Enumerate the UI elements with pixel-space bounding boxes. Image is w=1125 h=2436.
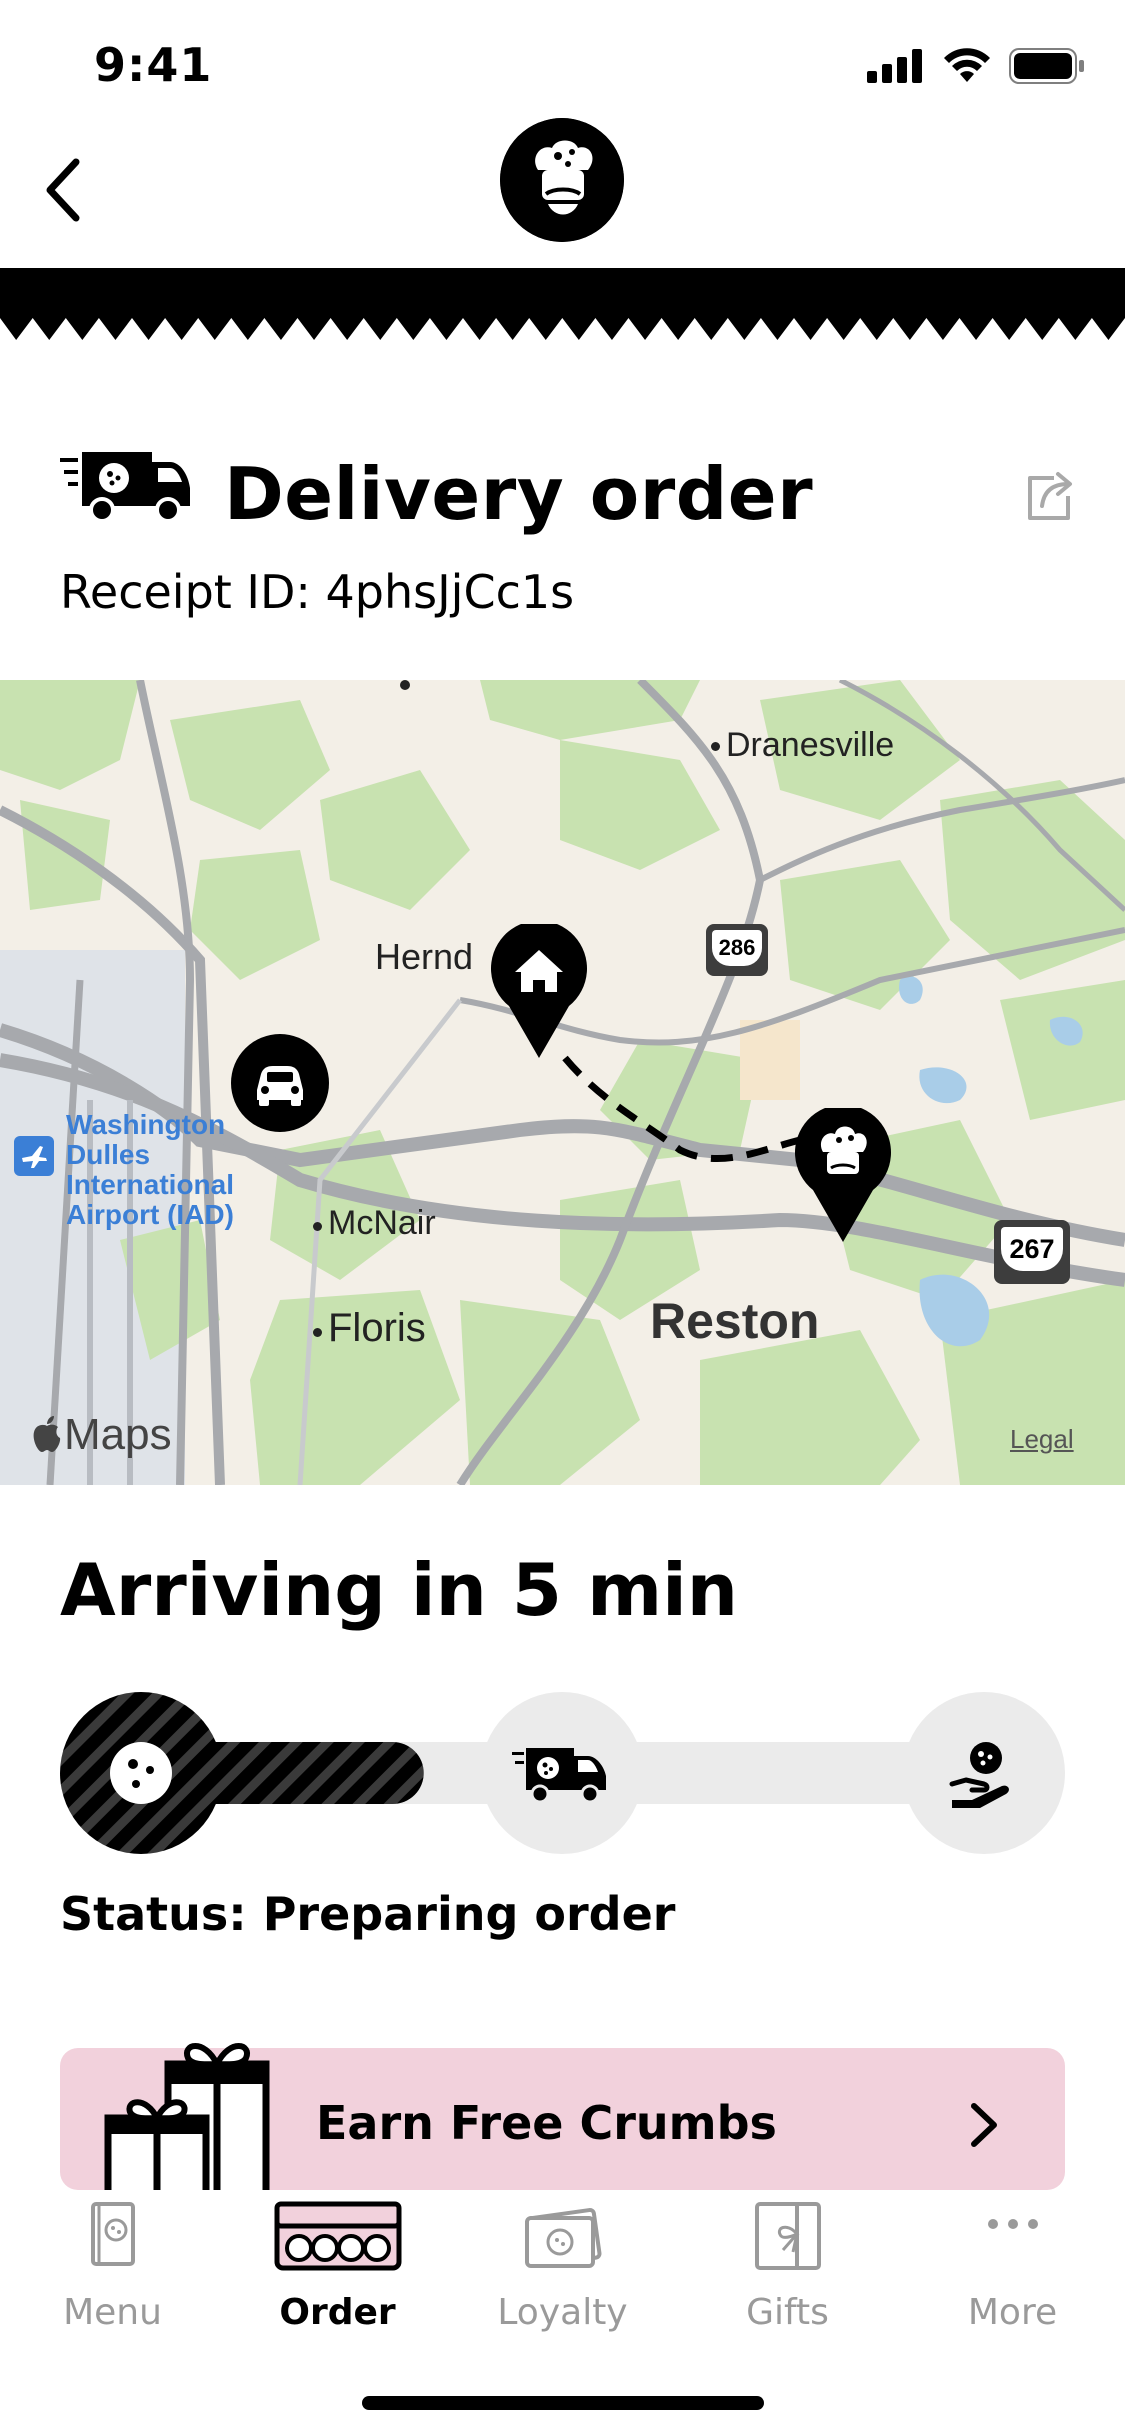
tab-label-more: More (967, 2292, 1058, 2333)
map-label-mcnair: McNair (328, 1204, 436, 1242)
brand-logo (500, 118, 624, 242)
map-label-airport-3: International (66, 1169, 235, 1200)
zigzag-divider (0, 268, 1125, 340)
home-indicator (362, 2396, 764, 2410)
map-label-dranesville: Dranesville (726, 726, 895, 764)
order-title: Delivery order (224, 452, 814, 536)
driver-car-marker[interactable] (231, 1034, 329, 1132)
tab-label-menu: Menu (63, 2292, 162, 2333)
tab-gifts[interactable]: Gifts (675, 2200, 900, 2350)
tab-loyalty[interactable]: Loyalty (450, 2200, 675, 2350)
tab-label-gifts: Gifts (746, 2292, 829, 2333)
apple-logo-icon (33, 1416, 61, 1452)
home-location-pin[interactable] (491, 924, 587, 1058)
route-shield-286: 286 (706, 924, 768, 976)
back-button[interactable] (40, 150, 90, 230)
tab-more[interactable]: More (900, 2200, 1125, 2350)
map-label-airport-4: Airport (IAD) (66, 1199, 234, 1230)
maps-attribution: Maps (64, 1410, 172, 1459)
tab-label-order: Order (279, 2292, 396, 2333)
promo-label: Earn Free Crumbs (316, 2096, 777, 2150)
battery-icon (1009, 48, 1084, 84)
order-box-icon (274, 2201, 401, 2271)
tab-order[interactable]: Order (225, 2200, 450, 2350)
signal-icon (867, 49, 922, 83)
map-legal-link[interactable]: Legal (1010, 1424, 1074, 1455)
tab-label-loyalty: Loyalty (497, 2292, 628, 2333)
map-label-reston: Reston (650, 1293, 820, 1349)
route-shield-267: 267 (994, 1220, 1070, 1284)
receipt-id: Receipt ID: 4phsJjCc1s (60, 565, 575, 619)
status-time: 9:41 (94, 38, 213, 92)
gift-card-icon (754, 2202, 821, 2270)
store-location-pin[interactable] (795, 1108, 891, 1242)
gift-icon (104, 2043, 270, 2194)
delivery-van-icon (60, 452, 190, 523)
map-label-airport-1: Washington (66, 1109, 226, 1140)
delivery-progress (60, 1692, 1065, 1854)
cookie-step-icon (110, 1742, 172, 1804)
wifi-icon (944, 48, 990, 82)
delivery-map[interactable]: Dranesville Hernd McNair Floris Reston W… (0, 680, 1125, 1485)
loyalty-icon (524, 2208, 601, 2268)
airport-icon (14, 1136, 54, 1176)
more-icon (987, 2219, 1038, 2229)
order-status: Status: Preparing order (60, 1887, 676, 1941)
tab-menu[interactable]: Menu (0, 2200, 225, 2350)
map-label-herndon: Hernd (375, 936, 474, 977)
map-label-floris: Floris (328, 1306, 426, 1350)
chevron-right-icon (971, 2103, 997, 2147)
map-terrain (0, 680, 1125, 1485)
menu-icon (90, 2202, 135, 2266)
share-button[interactable] (1024, 468, 1074, 524)
map-label-airport-2: Dulles (66, 1139, 151, 1170)
status-icons (867, 48, 1085, 84)
arrival-eta: Arriving in 5 min (60, 1548, 739, 1632)
